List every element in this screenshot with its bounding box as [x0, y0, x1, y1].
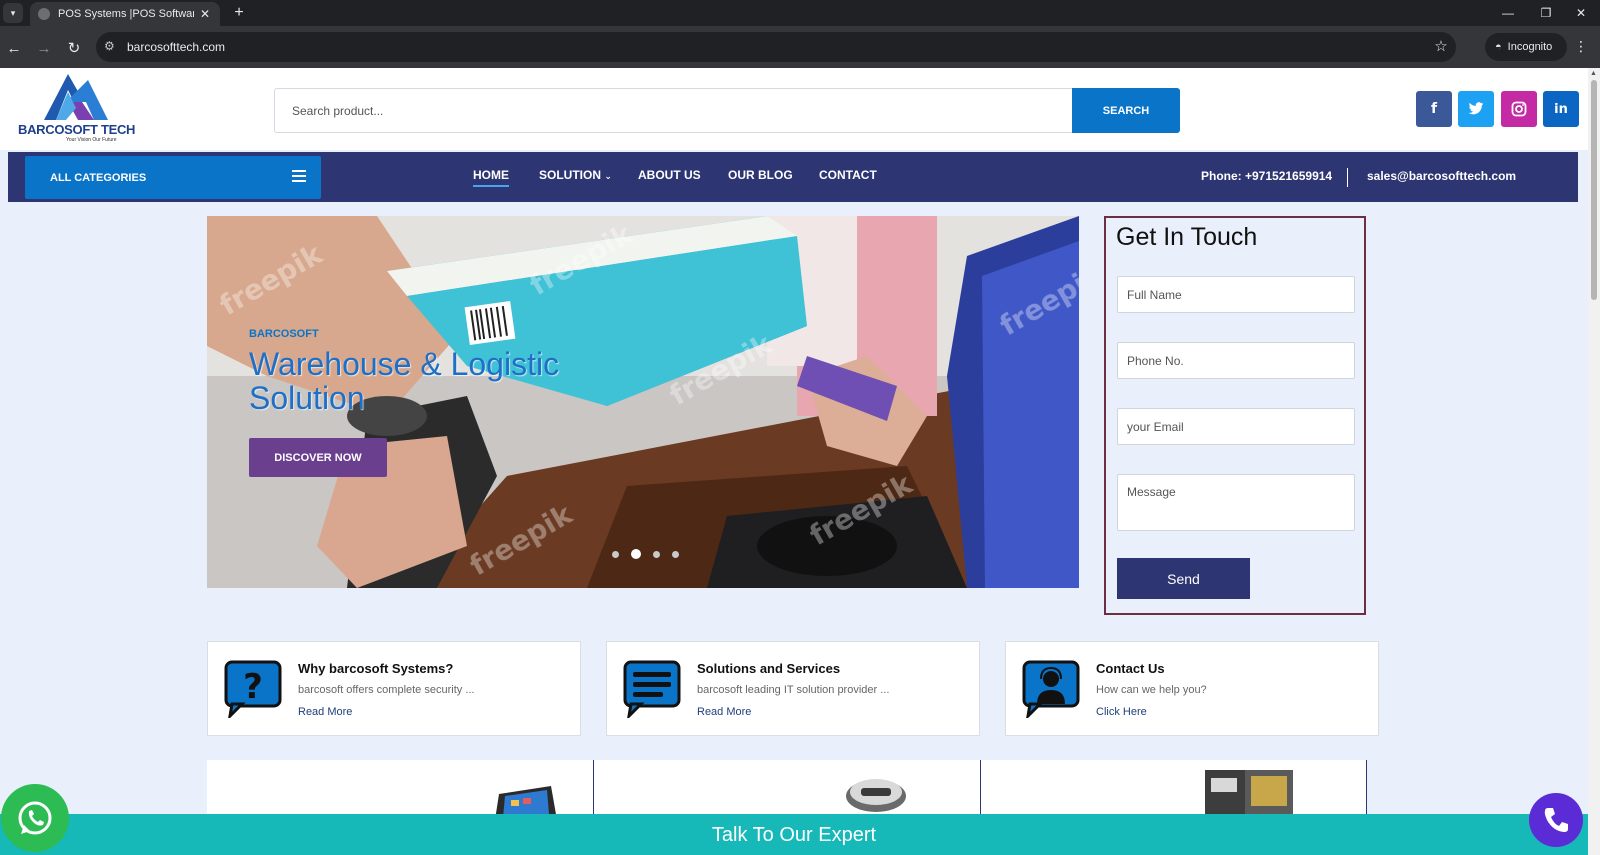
window-close-icon[interactable]: ✕: [1562, 0, 1600, 26]
talk-to-expert-bar[interactable]: Talk To Our Expert: [0, 814, 1588, 855]
hero-heading: Warehouse & Logistic Solution: [249, 346, 560, 416]
read-more-link[interactable]: Read More: [298, 706, 352, 718]
web-page: BARCOSOFT TECH Your Vision Our Future SE…: [0, 68, 1600, 855]
tab-search-dropdown-icon[interactable]: ▾: [3, 3, 23, 23]
incognito-label: Incognito: [1507, 41, 1553, 53]
feature-card-why: ? Why barcosoft Systems? barcosoft offer…: [207, 641, 581, 736]
label-printer-image[interactable]: [1201, 764, 1297, 814]
minimize-icon[interactable]: —: [1489, 0, 1527, 26]
restore-icon[interactable]: ❐: [1527, 0, 1565, 26]
nav-solution[interactable]: SOLUTION ⌄: [539, 168, 612, 182]
hamburger-menu-icon: [292, 170, 306, 185]
slider-dots: [612, 549, 691, 559]
browser-toolbar: ← → ↻ ⚙ barcosofttech.com ☆ ◓ Incognito …: [0, 26, 1600, 68]
incognito-indicator[interactable]: ◓ Incognito: [1485, 33, 1567, 61]
browser-menu-icon[interactable]: ⋮: [1574, 38, 1588, 55]
bookmark-star-icon[interactable]: ☆: [1426, 37, 1456, 55]
svg-text:?: ?: [243, 667, 263, 707]
twitter-icon[interactable]: [1458, 91, 1494, 127]
instagram-icon[interactable]: [1501, 91, 1537, 127]
page-scrollbar[interactable]: ▲: [1588, 68, 1600, 855]
logo-mark-icon: [44, 74, 108, 120]
facebook-icon[interactable]: f: [1416, 91, 1452, 127]
hero-slider[interactable]: freepik freepik freepik freepik freepik …: [207, 216, 1079, 588]
phone-field[interactable]: [1117, 342, 1355, 379]
tab-favicon-icon: [38, 8, 50, 20]
question-bubble-icon: ?: [224, 660, 282, 718]
form-title: Get In Touch: [1116, 223, 1258, 251]
nav-our-blog[interactable]: OUR BLOG: [728, 168, 793, 182]
click-here-link[interactable]: Click Here: [1096, 706, 1147, 718]
support-agent-icon: [1022, 660, 1080, 718]
full-name-field[interactable]: [1117, 276, 1355, 313]
slider-dot-3[interactable]: [653, 550, 660, 558]
message-field[interactable]: [1117, 474, 1355, 531]
slider-dot-1[interactable]: [612, 550, 619, 558]
search-input[interactable]: [274, 88, 1074, 133]
phone-number[interactable]: Phone: +971521659914: [1201, 169, 1332, 183]
main-navigation: ALL CATEGORIES HOME SOLUTION ⌄ ABOUT US …: [8, 152, 1578, 202]
feature-desc: How can we help you?: [1096, 684, 1207, 696]
scrollbar-thumb[interactable]: [1591, 80, 1597, 300]
site-settings-icon[interactable]: ⚙: [104, 39, 115, 53]
tab-close-icon[interactable]: ✕: [200, 7, 210, 21]
site-logo[interactable]: BARCOSOFT TECH Your Vision Our Future: [16, 72, 135, 146]
address-bar[interactable]: ⚙ barcosofttech.com ☆: [96, 32, 1456, 62]
linkedin-icon[interactable]: in: [1543, 91, 1579, 127]
product-search: SEARCH: [274, 88, 1180, 133]
search-button[interactable]: SEARCH: [1072, 88, 1180, 133]
whatsapp-icon[interactable]: [1, 784, 69, 852]
logo-name: BARCOSOFT TECH: [18, 122, 136, 137]
feature-card-solutions: Solutions and Services barcosoft leading…: [606, 641, 980, 736]
feature-title: Contact Us: [1096, 661, 1165, 676]
slider-dot-4[interactable]: [672, 550, 679, 558]
incognito-icon: ◓: [1495, 41, 1502, 53]
url-text[interactable]: barcosofttech.com: [127, 40, 225, 54]
back-arrow-icon[interactable]: ←: [3, 37, 25, 59]
email-address[interactable]: sales@barcosofttech.com: [1367, 169, 1516, 183]
discover-now-button[interactable]: DISCOVER NOW: [249, 438, 387, 477]
reload-icon[interactable]: ↻: [63, 37, 85, 59]
nav-divider: [1347, 168, 1348, 187]
scroll-up-arrow-icon[interactable]: ▲: [1590, 70, 1597, 77]
nav-contact[interactable]: CONTACT: [819, 168, 877, 182]
email-field[interactable]: [1117, 408, 1355, 445]
send-button[interactable]: Send: [1117, 558, 1250, 599]
browser-tab-bar: ▾ POS Systems |POS Software & POS Hardwa…: [0, 0, 1600, 26]
slider-dot-2[interactable]: [631, 549, 641, 559]
tab-title: POS Systems |POS Software & POS Hardware: [58, 8, 194, 20]
hero-eyebrow: BARCOSOFT: [249, 328, 319, 340]
feature-desc: barcosoft offers complete security ...: [298, 684, 475, 696]
forward-arrow-icon[interactable]: →: [33, 37, 55, 59]
all-categories-label: ALL CATEGORIES: [50, 171, 147, 184]
phone-call-icon[interactable]: [1529, 793, 1583, 847]
all-categories-button[interactable]: ALL CATEGORIES: [25, 156, 321, 199]
nav-home[interactable]: HOME: [473, 168, 509, 187]
chat-bubble-icon: [623, 660, 681, 718]
feature-desc: barcosoft leading IT solution provider .…: [697, 684, 890, 696]
barcode-scanner-image[interactable]: [843, 772, 909, 812]
feature-title: Why barcosoft Systems?: [298, 661, 454, 676]
read-more-link[interactable]: Read More: [697, 706, 751, 718]
get-in-touch-form: Get In Touch Send: [1104, 216, 1366, 615]
logo-tagline: Your Vision Our Future: [66, 137, 117, 143]
feature-card-contact: Contact Us How can we help you? Click He…: [1005, 641, 1379, 736]
new-tab-button[interactable]: +: [228, 3, 250, 23]
chevron-down-icon: ⌄: [604, 171, 612, 181]
feature-title: Solutions and Services: [697, 661, 841, 676]
nav-about-us[interactable]: ABOUT US: [638, 168, 701, 182]
browser-tab[interactable]: POS Systems |POS Software & POS Hardware…: [30, 2, 220, 26]
nav-solution-label: SOLUTION: [539, 168, 601, 182]
site-header: BARCOSOFT TECH Your Vision Our Future SE…: [0, 68, 1588, 150]
